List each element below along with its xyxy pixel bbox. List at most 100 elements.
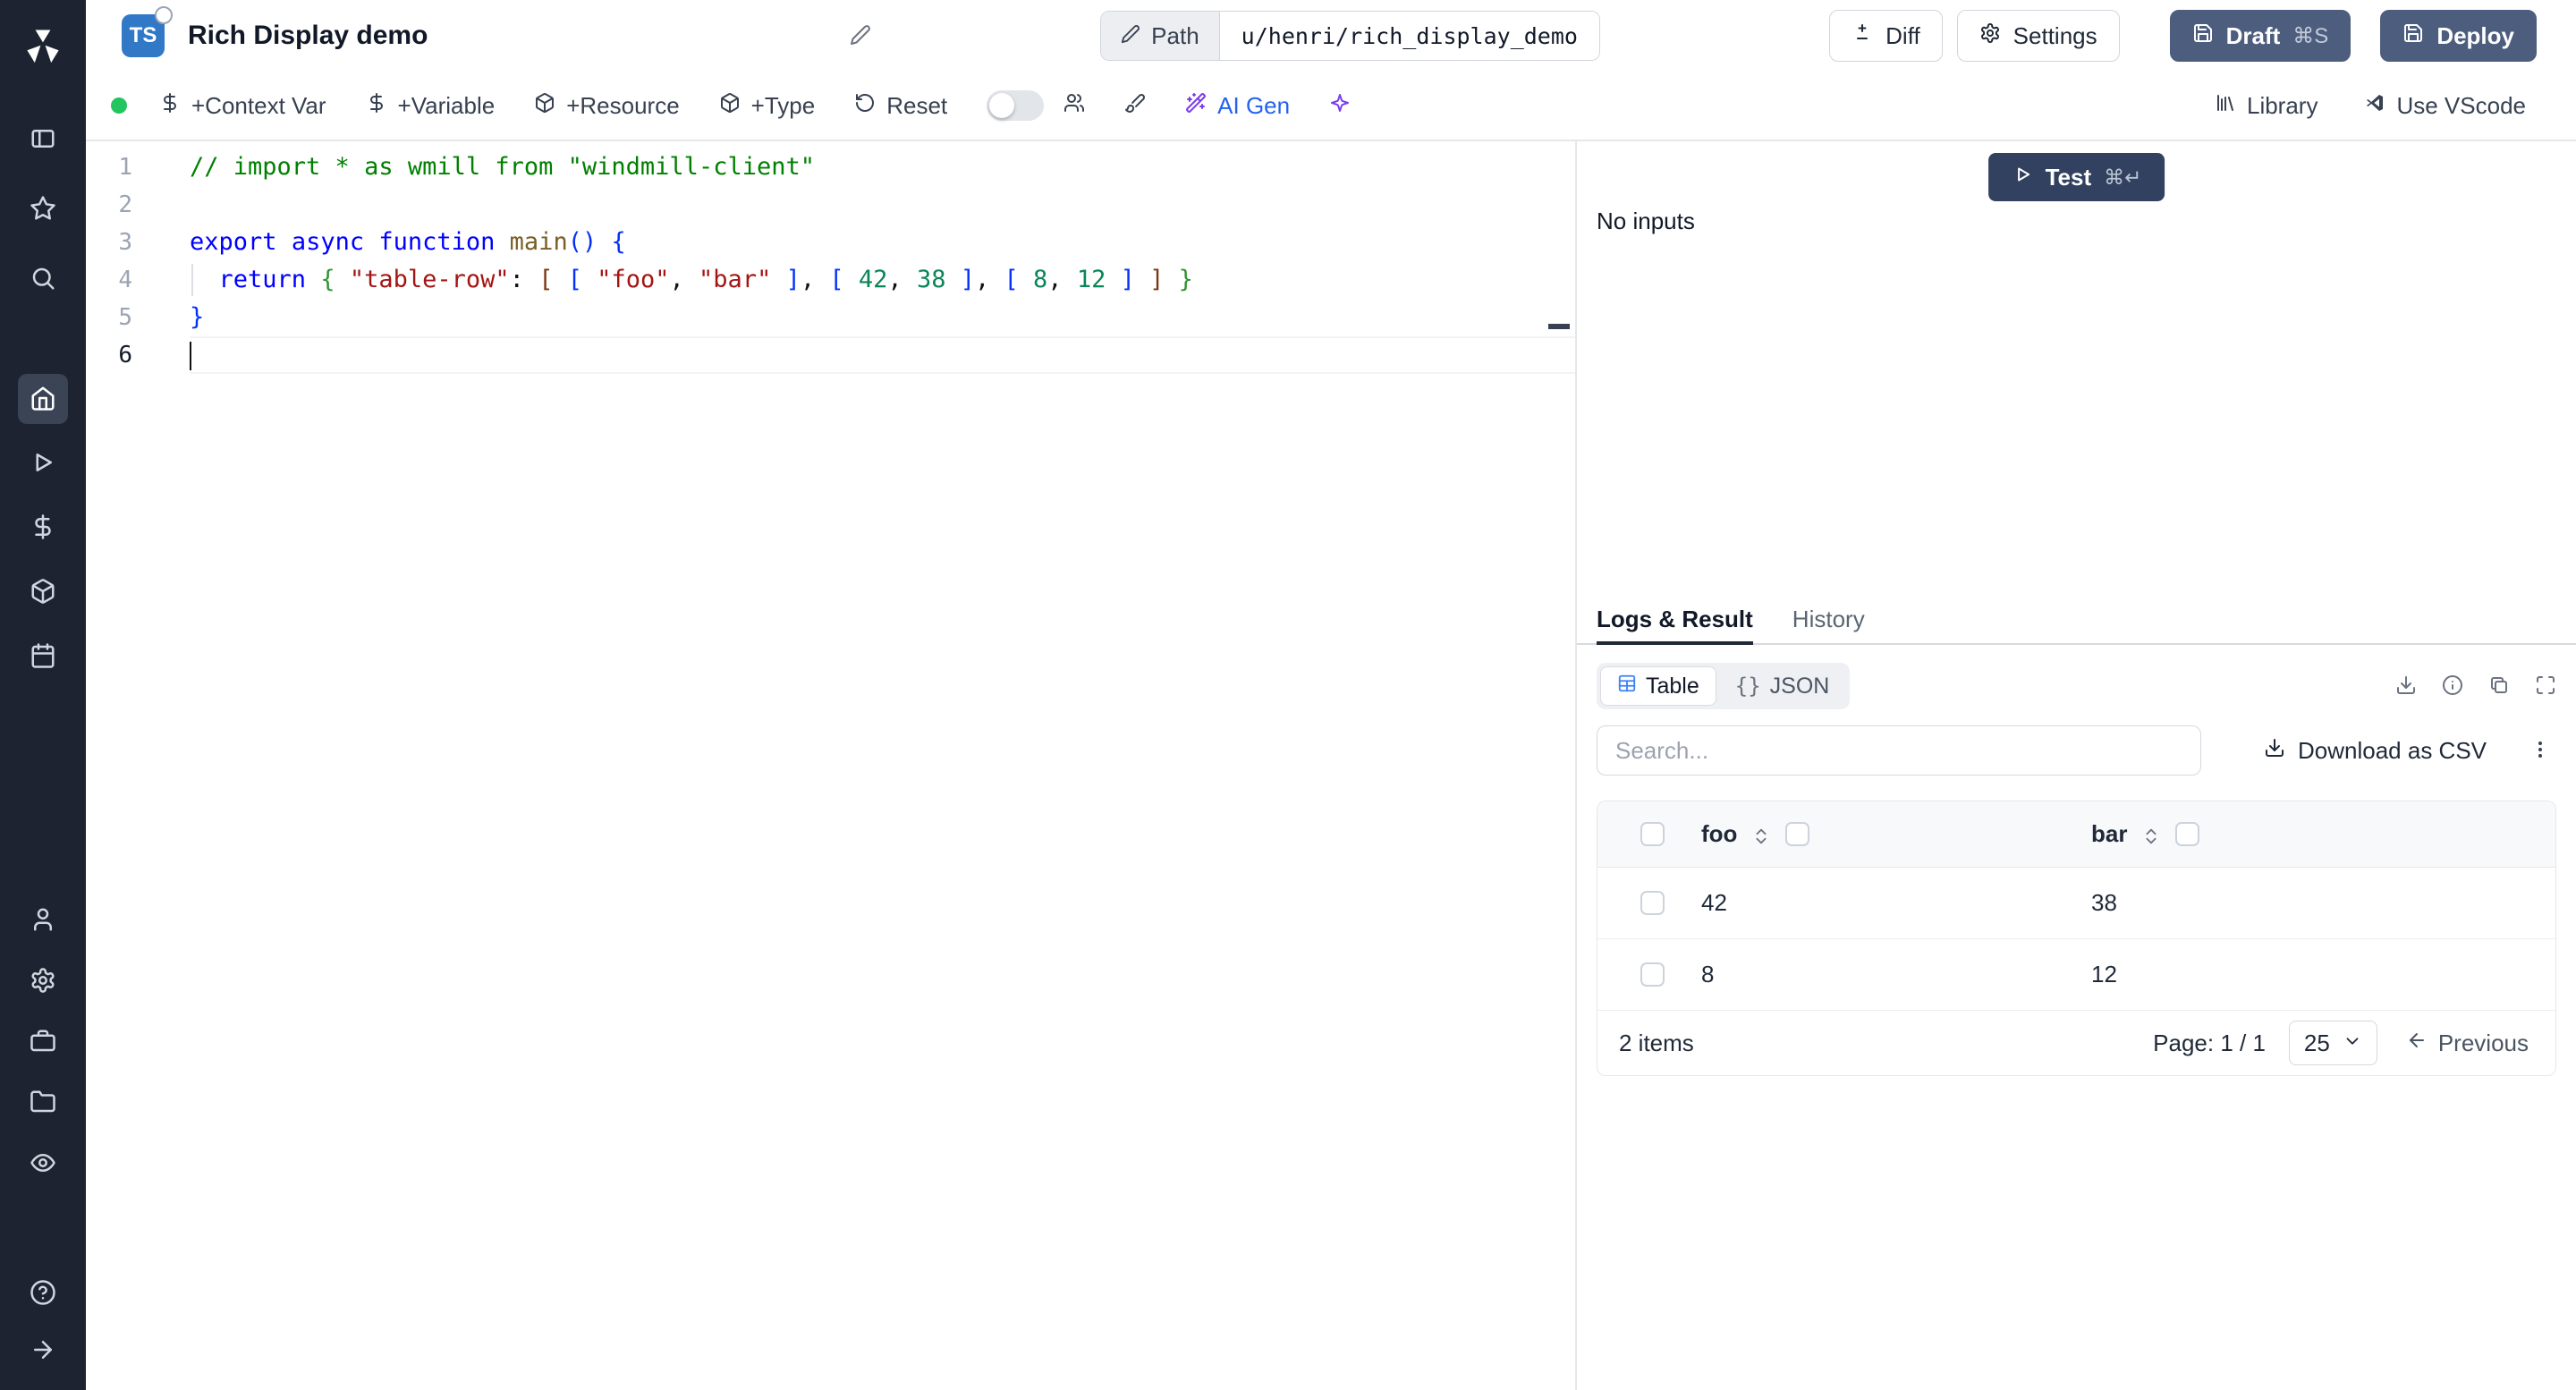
page-indicator: Page: 1 / 1	[2153, 1029, 2266, 1056]
code-editor[interactable]: 1 2 3 4 5 6 // import * as wmill from "windmi…	[86, 141, 1577, 1390]
reset-label: Reset	[886, 91, 948, 119]
test-button[interactable]: Test ⌘↵	[1987, 153, 2165, 201]
cell-foo: 8	[1701, 961, 1715, 987]
edit-summary-button[interactable]	[850, 24, 871, 48]
row-checkbox[interactable]	[1640, 891, 1665, 915]
test-shortcut: ⌘↵	[2104, 165, 2142, 189]
code-line[interactable]: // import * as wmill from "windmill-clie…	[190, 148, 1575, 186]
download-csv-button[interactable]: Download as CSV	[2258, 736, 2492, 766]
arrow-left-icon	[2406, 1030, 2428, 1057]
dollar-icon	[30, 513, 56, 543]
download-result-button[interactable]	[2395, 674, 2417, 699]
calendar-icon	[30, 642, 56, 672]
add-context-var-button[interactable]: +Context Var	[159, 92, 326, 120]
add-resource-label: +Resource	[566, 91, 680, 119]
ai-gen-button[interactable]: AI Gen	[1185, 92, 1290, 120]
multiplayer-button[interactable]	[1063, 92, 1085, 120]
path-value[interactable]: u/henri/rich_display_demo	[1219, 12, 1599, 60]
download-csv-label: Download as CSV	[2298, 736, 2487, 764]
column-header-foo[interactable]: foo	[1701, 820, 1737, 848]
right-panel: Test ⌘↵ No inputs Logs & Result History	[1577, 141, 2576, 1390]
settings-button[interactable]: Settings	[1956, 10, 2120, 62]
windmill-logo[interactable]	[18, 20, 68, 70]
sidebar-expand-button[interactable]	[18, 1326, 68, 1376]
code-line[interactable]: export async function main() {	[190, 224, 1575, 261]
top-header: TS Rich Display demo Path u/henri/rich_d…	[86, 0, 2576, 72]
diff-button[interactable]: Diff	[1829, 10, 1943, 62]
select-all-checkbox[interactable]	[1640, 822, 1665, 846]
brush-icon	[1124, 92, 1146, 120]
overview-ruler-cursor-marker	[1548, 324, 1570, 329]
maximize-icon	[2535, 674, 2556, 699]
path-edit-button[interactable]: Path	[1101, 12, 1220, 60]
page-size-select[interactable]: 25	[2288, 1021, 2377, 1065]
line-number-gutter: 1 2 3 4 5 6	[86, 148, 186, 1390]
reset-button[interactable]: Reset	[854, 92, 947, 120]
dollar-icon	[366, 92, 387, 120]
previous-page-button[interactable]: Previous	[2401, 1029, 2534, 1058]
sidebar-item-audit-logs[interactable]	[18, 1139, 68, 1189]
vscode-icon	[2364, 92, 2385, 120]
use-vscode-button[interactable]: Use VScode	[2364, 92, 2526, 120]
column-checkbox-foo[interactable]	[1785, 822, 1810, 846]
sidebar-item-schedules[interactable]	[18, 631, 68, 682]
sidebar-item-runs[interactable]	[18, 438, 68, 488]
table-row[interactable]: 8 12	[1597, 939, 2555, 1011]
status-dot	[155, 6, 173, 24]
draft-shortcut: ⌘S	[2292, 23, 2329, 48]
add-resource-button[interactable]: +Resource	[534, 91, 680, 120]
sidebar	[0, 0, 86, 1390]
add-type-button[interactable]: +Type	[719, 92, 815, 120]
eye-icon	[30, 1149, 56, 1179]
library-button[interactable]: Library	[2215, 92, 2318, 120]
sidebar-item-users[interactable]	[18, 895, 68, 945]
code-line[interactable]	[190, 336, 1575, 374]
sidebar-item-panel[interactable]	[18, 114, 68, 165]
language-badge-label: TS	[129, 23, 157, 47]
json-braces-icon: {}	[1734, 674, 1761, 699]
view-toggle-json[interactable]: {} JSON	[1718, 666, 1847, 706]
table-menu-button[interactable]	[2524, 738, 2556, 764]
view-toggle-table[interactable]: Table	[1600, 666, 1716, 706]
library-label: Library	[2246, 91, 2318, 119]
code-line[interactable]: return { "table-row": [ [ "foo", "bar" ]…	[190, 261, 1575, 299]
sidebar-item-search[interactable]	[18, 254, 68, 304]
view-json-label: JSON	[1769, 673, 1830, 699]
sidebar-item-home[interactable]	[18, 374, 68, 424]
sidebar-item-folders[interactable]	[18, 1078, 68, 1128]
package-icon	[534, 92, 555, 120]
sidebar-item-help[interactable]	[18, 1268, 68, 1318]
code-area[interactable]: // import * as wmill from "windmill-clie…	[186, 148, 1575, 1390]
collaboration-toggle[interactable]	[987, 90, 1045, 121]
sort-icon[interactable]	[2141, 825, 2161, 844]
copy-result-button[interactable]	[2488, 674, 2510, 699]
editor-toolbar: +Context Var +Variable +Resource +Type R…	[86, 72, 2576, 141]
cell-bar: 38	[2091, 889, 2117, 916]
sidebar-item-variables[interactable]	[18, 503, 68, 553]
sidebar-item-workers[interactable]	[18, 1017, 68, 1067]
column-header-bar[interactable]: bar	[2091, 820, 2127, 848]
tab-history[interactable]: History	[1792, 595, 1865, 643]
test-label: Test	[2045, 163, 2092, 191]
tab-logs-result[interactable]: Logs & Result	[1597, 595, 1753, 645]
sidebar-item-resources[interactable]	[18, 567, 68, 617]
deploy-button[interactable]: Deploy	[2380, 10, 2537, 62]
view-toggle-group: Table {} JSON	[1597, 663, 1851, 709]
line-number: 2	[118, 191, 132, 218]
format-code-button[interactable]	[1124, 92, 1146, 120]
sidebar-item-favorites[interactable]	[18, 184, 68, 234]
table-row[interactable]: 42 38	[1597, 868, 2555, 939]
result-info-button[interactable]	[2442, 674, 2463, 699]
column-checkbox-bar[interactable]	[2175, 822, 2200, 846]
row-checkbox[interactable]	[1640, 962, 1665, 987]
ai-sparkles-button[interactable]	[1329, 92, 1351, 120]
sidebar-item-settings[interactable]	[18, 956, 68, 1006]
expand-result-button[interactable]	[2535, 674, 2556, 699]
code-line[interactable]	[190, 186, 1575, 224]
sort-icon[interactable]	[1751, 825, 1771, 844]
info-icon	[2442, 674, 2463, 699]
add-variable-button[interactable]: +Variable	[366, 92, 495, 120]
search-input[interactable]	[1597, 725, 2201, 776]
code-line[interactable]: }	[190, 299, 1575, 336]
draft-button[interactable]: Draft ⌘S	[2169, 10, 2351, 62]
